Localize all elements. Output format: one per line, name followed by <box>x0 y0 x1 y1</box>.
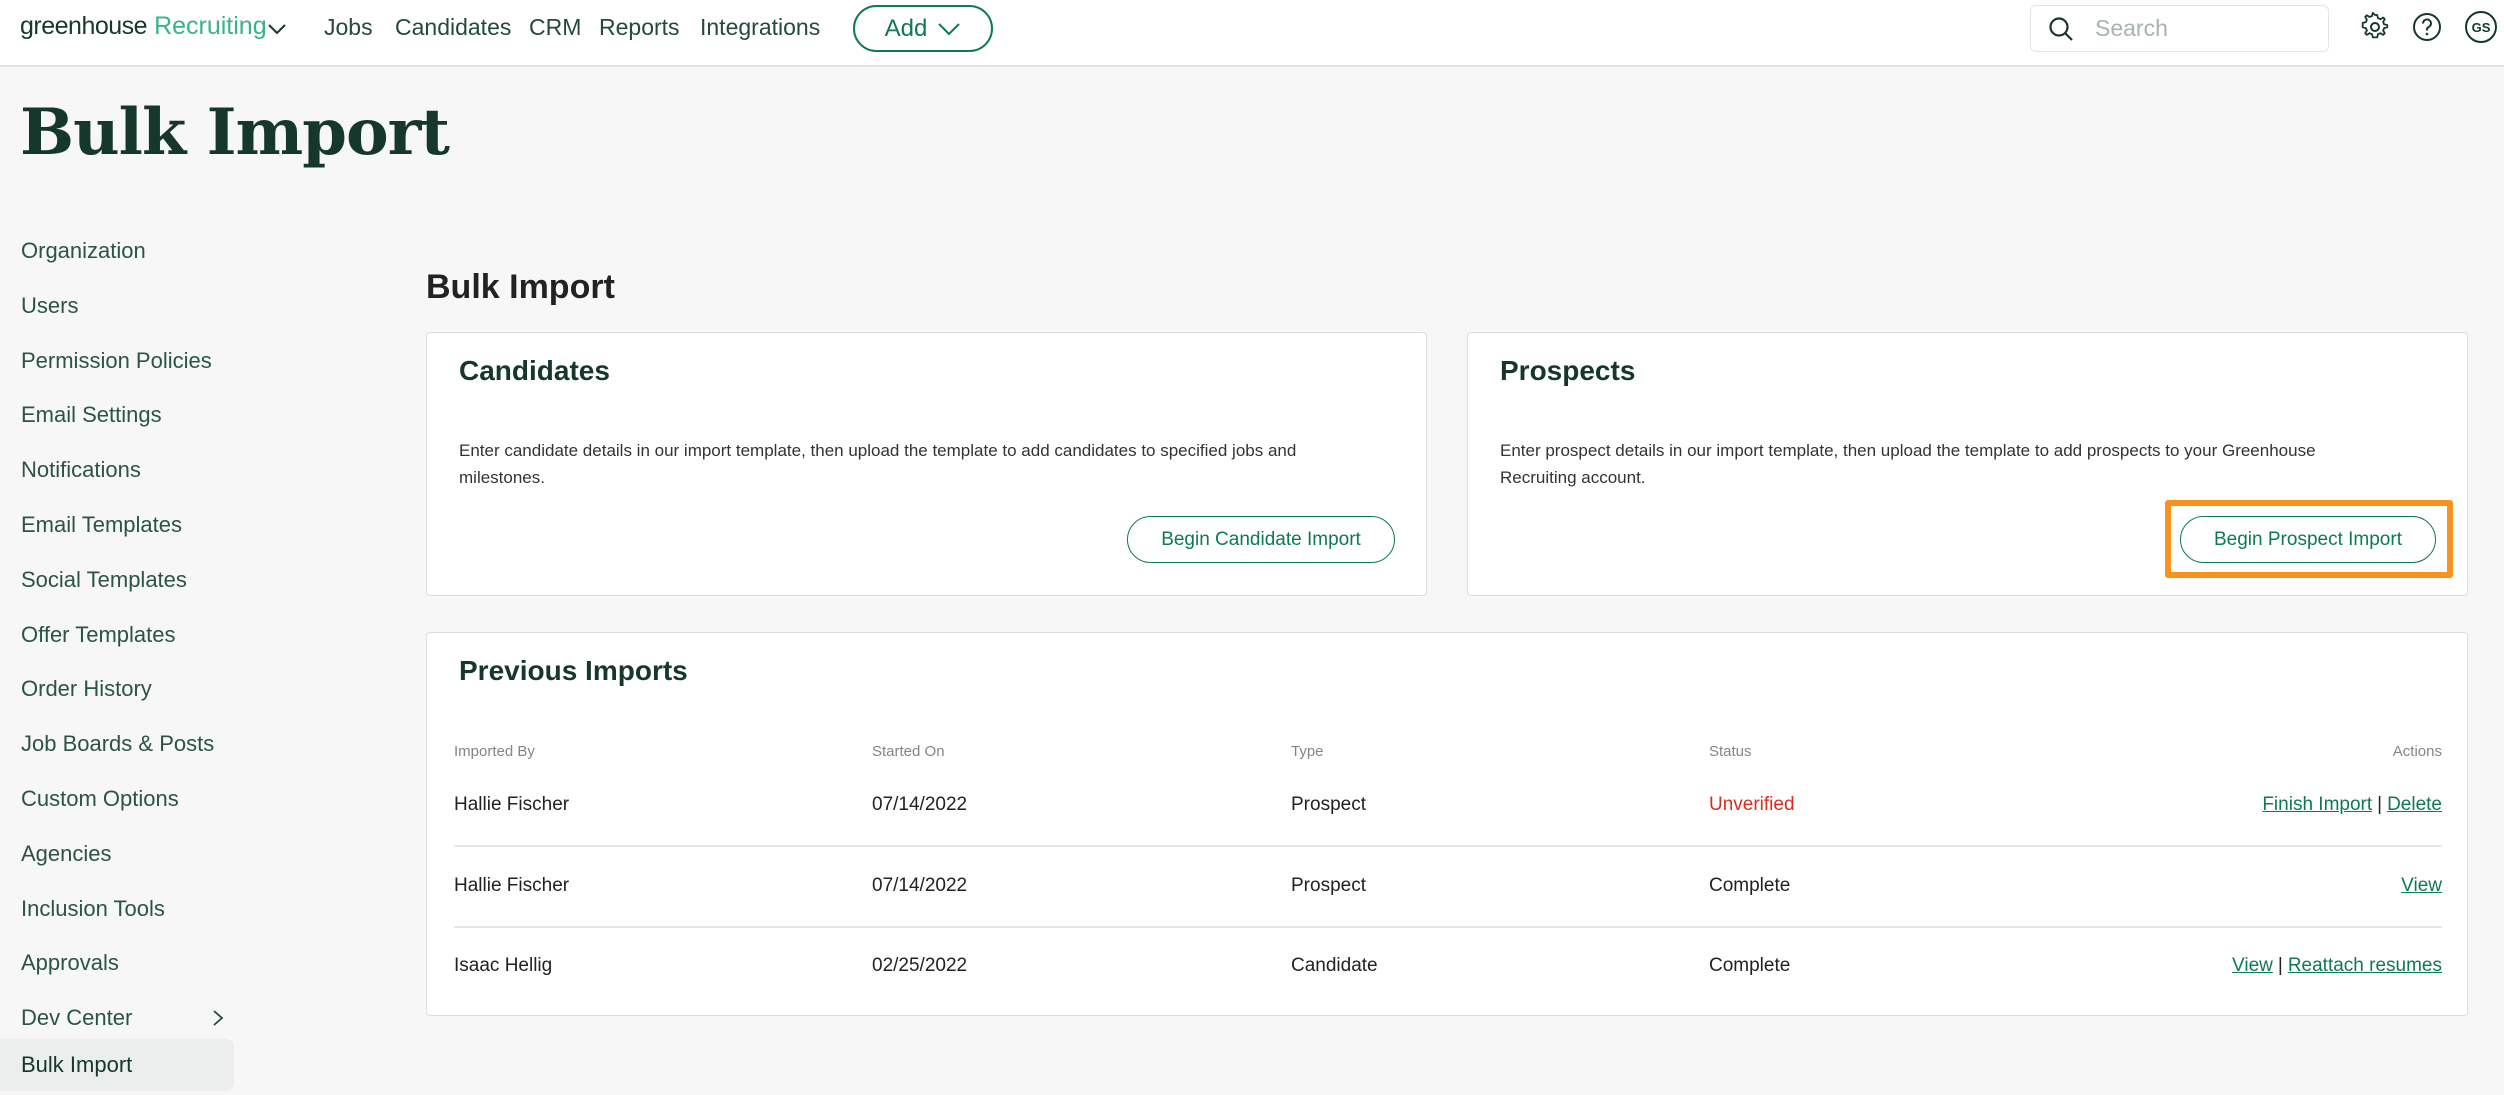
sidebar-item-label: Agencies <box>21 840 112 866</box>
chevron-down-icon <box>938 22 961 35</box>
column-header-actions: Actions <box>2392 743 2442 760</box>
search-field[interactable] <box>2030 5 2329 52</box>
sidebar-item-label: Permission Policies <box>21 347 212 373</box>
sidebar-item-dev-center[interactable]: Dev Center <box>0 992 234 1044</box>
finish-import-link[interactable]: Finish Import <box>2262 794 2372 815</box>
chevron-down-icon[interactable] <box>266 18 288 40</box>
gear-icon[interactable] <box>2360 12 2390 42</box>
previous-imports-title: Previous Imports <box>459 655 688 686</box>
action-separator: | <box>2277 955 2283 976</box>
column-header-started-on: Started On <box>872 743 945 760</box>
greenhouse-logo[interactable]: greenhouse Recruiting <box>20 12 267 46</box>
cell-type: Candidate <box>1291 955 1378 976</box>
add-button-label: Add <box>884 14 928 42</box>
sidebar-item-label: Approvals <box>21 950 119 976</box>
cell-type: Prospect <box>1291 875 1366 896</box>
sidebar-item-label: Notifications <box>21 457 141 483</box>
cell-imported-by: Hallie Fischer <box>454 875 570 896</box>
search-input[interactable] <box>2095 15 2315 42</box>
sidebar-item-permission-policies[interactable]: Permission Policies <box>0 335 234 387</box>
nav-integrations[interactable]: Integrations <box>700 14 820 41</box>
nav-reports[interactable]: Reports <box>599 14 680 41</box>
cell-started-on: 02/25/2022 <box>872 955 968 976</box>
status-badge: Complete <box>1709 875 1791 896</box>
cell-started-on: 07/14/2022 <box>872 794 968 815</box>
sidebar-item-users[interactable]: Users <box>0 280 234 332</box>
sidebar-item-label: Offer Templates <box>21 621 176 647</box>
prospects-card-title: Prospects <box>1500 355 1636 386</box>
sidebar-item-label: Job Boards & Posts <box>21 731 215 757</box>
cell-type: Prospect <box>1291 794 1366 815</box>
sidebar-item-label: Custom Options <box>21 786 179 811</box>
chevron-right-icon <box>213 1010 224 1026</box>
row-actions: Finish Import | Delete <box>2262 794 2442 816</box>
section-title: Bulk Import <box>426 268 615 306</box>
sidebar-item-label: Order History <box>21 676 152 702</box>
sidebar-item-social-templates[interactable]: Social Templates <box>0 554 234 606</box>
cell-started-on: 07/14/2022 <box>872 875 968 896</box>
search-icon <box>2049 16 2073 41</box>
candidates-card: Candidates Enter candidate details in ou… <box>426 332 1427 596</box>
logo-primary: greenhouse <box>20 12 148 40</box>
status-badge: Complete <box>1709 955 1791 976</box>
page-title: Bulk Import <box>20 95 450 170</box>
help-icon[interactable] <box>2412 12 2442 42</box>
view-link[interactable]: View <box>2232 955 2273 976</box>
sidebar-item-bulk-import[interactable]: Bulk Import <box>0 1039 234 1091</box>
nav-crm[interactable]: CRM <box>529 14 581 41</box>
begin-prospect-import-button[interactable]: Begin Prospect Import <box>2180 516 2436 563</box>
sidebar-item-label: Inclusion Tools <box>21 895 165 921</box>
view-link[interactable]: View <box>2401 875 2442 896</box>
sidebar-item-job-boards-posts[interactable]: Job Boards & Posts <box>0 718 234 770</box>
action-separator: | <box>2377 794 2383 815</box>
cell-imported-by: Isaac Hellig <box>454 955 553 976</box>
sidebar-item-label: Email Settings <box>21 402 162 428</box>
sidebar-item-label: Social Templates <box>21 566 187 592</box>
cell-imported-by: Hallie Fischer <box>454 794 570 815</box>
add-button[interactable]: Add <box>853 5 993 52</box>
sidebar-item-label: Users <box>21 292 79 318</box>
sidebar-item-notifications[interactable]: Notifications <box>0 444 234 496</box>
reattach-resumes-link[interactable]: Reattach resumes <box>2288 955 2442 976</box>
sidebar-item-email-settings[interactable]: Email Settings <box>0 389 234 441</box>
column-header-type: Type <box>1291 743 1324 760</box>
sidebar-item-offer-templates[interactable]: Offer Templates <box>0 609 234 661</box>
sidebar-item-approvals[interactable]: Approvals <box>0 937 234 989</box>
row-actions: View <box>2401 875 2442 897</box>
status-badge: Unverified <box>1709 794 1795 815</box>
column-header-imported-by: Imported By <box>454 743 535 760</box>
candidates-card-description: Enter candidate details in our import te… <box>459 441 1297 487</box>
sidebar-item-label: Email Templates <box>21 512 182 537</box>
nav-jobs[interactable]: Jobs <box>324 14 373 41</box>
row-divider <box>454 926 2442 928</box>
prospects-card: Prospects Enter prospect details in our … <box>1467 332 2468 596</box>
prospects-card-description: Enter prospect details in our import tem… <box>1500 441 2316 487</box>
sidebar-item-label: Organization <box>21 238 146 263</box>
sidebar-item-label: Bulk Import <box>21 1052 133 1077</box>
sidebar-item-inclusion-tools[interactable]: Inclusion Tools <box>0 883 234 935</box>
top-navigation-bar: greenhouse Recruiting Jobs Candidates CR… <box>0 0 2504 67</box>
sidebar-item-order-history[interactable]: Order History <box>0 663 234 715</box>
row-actions: View | Reattach resumes <box>2232 955 2442 977</box>
sidebar-item-label: Dev Center <box>21 1005 133 1031</box>
candidates-card-title: Candidates <box>459 355 610 386</box>
nav-candidates[interactable]: Candidates <box>395 14 511 41</box>
row-divider <box>454 845 2442 847</box>
column-header-status: Status <box>1709 743 1752 760</box>
sidebar-item-email-templates[interactable]: Email Templates <box>0 499 234 551</box>
sidebar-item-custom-options[interactable]: Custom Options <box>0 773 234 825</box>
begin-candidate-import-button[interactable]: Begin Candidate Import <box>1127 516 1395 563</box>
user-avatar[interactable]: GS <box>2465 11 2497 43</box>
sidebar-item-organization[interactable]: Organization <box>0 225 234 277</box>
delete-link[interactable]: Delete <box>2387 794 2442 815</box>
previous-imports-card: Previous Imports <box>426 632 2468 1016</box>
logo-secondary: Recruiting <box>154 12 267 40</box>
sidebar-item-agencies[interactable]: Agencies <box>0 828 234 880</box>
